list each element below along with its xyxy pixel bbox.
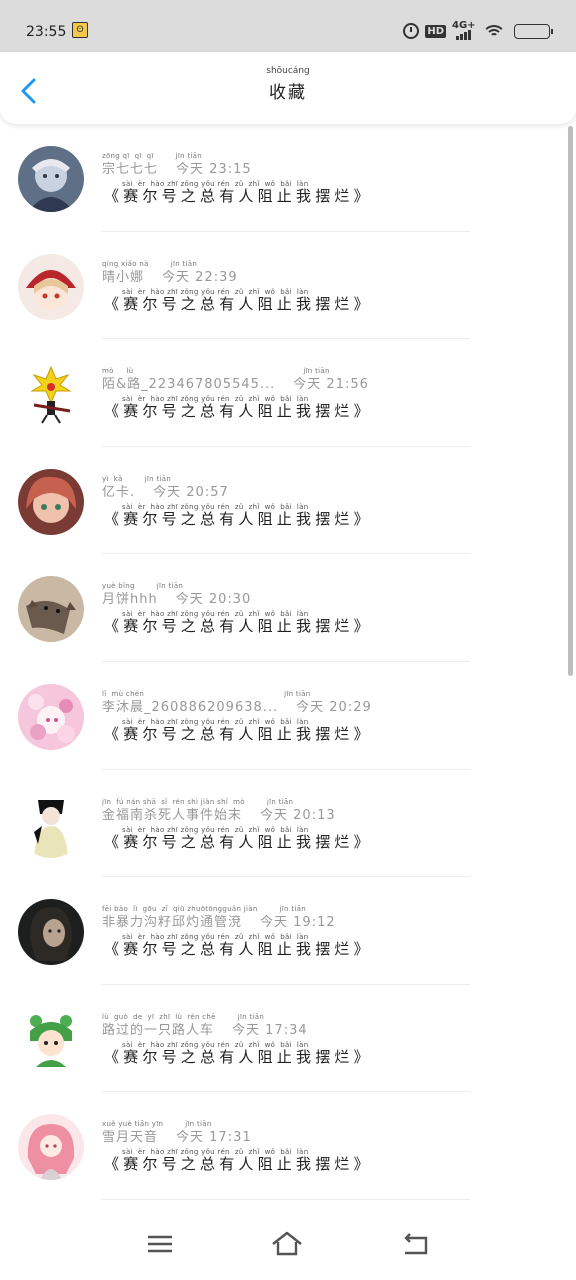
status-time: 23:55: [26, 24, 67, 40]
book-title[interactable]: 《赛尔号之总有人阻止我摆烂》: [104, 938, 373, 959]
user-name: 李沐晨_260886209638...: [102, 699, 279, 715]
user-name: 宗七七七: [102, 162, 159, 177]
back-nav-button[interactable]: [398, 1228, 432, 1260]
timestamp: 今天 19:12: [260, 915, 336, 931]
timestamp: 今天 17:34: [232, 1022, 308, 1038]
avatar[interactable]: [18, 146, 84, 212]
list-item[interactable]: zōng qī qī qī jīn tiān 宗七七七 今天 23:15 sài è…: [0, 124, 566, 232]
back-icon: [404, 1233, 428, 1255]
face-icon: ʘ: [72, 22, 88, 38]
user-name: 雪月天音: [102, 1130, 159, 1146]
book-title[interactable]: 《赛尔号之总有人阻止我摆烂》: [104, 831, 373, 852]
user-name: 晴小娜: [102, 269, 145, 285]
list-item[interactable]: xuě yuè tiān yīn jīn tiān 雪月天音 今天 17:31 sà…: [0, 1092, 566, 1200]
timestamp: 今天 17:31: [176, 1130, 252, 1146]
book-title[interactable]: 《赛尔号之总有人阻止我摆烂》: [104, 293, 373, 314]
avatar[interactable]: [18, 576, 84, 643]
timestamp: 今天 20:29: [296, 699, 372, 715]
timestamp: 今天 20:13: [260, 807, 336, 823]
wifi-icon: [484, 23, 504, 39]
page-title: 收藏: [269, 83, 307, 103]
menu-button[interactable]: [143, 1228, 177, 1260]
avatar[interactable]: [18, 253, 84, 320]
avatar[interactable]: [18, 468, 84, 535]
menu-icon: [148, 1235, 172, 1253]
status-icons: HD 4G+: [403, 20, 553, 42]
book-title[interactable]: 《赛尔号之总有人阻止我摆烂》: [104, 400, 373, 421]
scrollbar[interactable]: [568, 126, 573, 676]
avatar[interactable]: [18, 361, 84, 428]
list-item[interactable]: yì kǎ jīn tiān 亿卡. 今天 20:57 sài èr hào zhī…: [0, 447, 566, 555]
list-item[interactable]: lǐ mù chén jīn tiān 李沐晨_260886209638... 今天…: [0, 662, 566, 770]
favorites-list: zōng qī qī qī jīn tiān 宗七七七 今天 23:15 sài è…: [0, 124, 566, 1200]
book-title[interactable]: 《赛尔号之总有人阻止我摆烂》: [104, 1153, 373, 1174]
book-title[interactable]: 《赛尔号之总有人阻止我摆烂》: [104, 615, 373, 636]
avatar[interactable]: [18, 1114, 84, 1181]
home-icon: [272, 1231, 302, 1256]
timestamp: 今天 21:56: [293, 377, 369, 393]
timestamp: 今天 20:30: [175, 592, 252, 608]
status-bar: 23:55 ʘ HD 4G+: [0, 0, 576, 52]
divider: [102, 1198, 470, 1200]
timestamp: 今天 20:57: [153, 484, 229, 500]
user-name: 月饼hhh: [102, 592, 158, 608]
avatar[interactable]: [18, 791, 84, 858]
book-title[interactable]: 《赛尔号之总有人阻止我摆烂》: [104, 723, 373, 744]
hd-badge: HD: [425, 24, 446, 38]
list-item[interactable]: fēi bào lì gōu zǐ qiū zhuōtōngguǎn jiàn j…: [0, 877, 566, 985]
avatar[interactable]: [18, 1006, 84, 1073]
book-title[interactable]: 《赛尔号之总有人阻止我摆烂》: [104, 1046, 373, 1067]
timestamp: 今天 23:15: [176, 162, 252, 177]
list-item[interactable]: yuè bǐng jīn tiān 月饼hhh 今天 20:30 sài èr hà…: [0, 554, 566, 662]
alarm-icon: [403, 23, 420, 39]
page-title-pinyin: shōucáng: [266, 66, 310, 76]
avatar[interactable]: [18, 899, 84, 966]
list-item[interactable]: lù guò de yī zhī lù rén chē jīn tiān 路过的一…: [0, 985, 566, 1093]
list-item[interactable]: qíng xiǎo nà jīn tiān 晴小娜 今天 22:39 sài èr …: [0, 232, 566, 340]
timestamp: 今天 22:39: [162, 269, 238, 285]
avatar[interactable]: [18, 683, 84, 750]
user-name: 金福南杀死人事件始末: [102, 807, 243, 823]
book-title[interactable]: 《赛尔号之总有人阻止我摆烂》: [104, 508, 373, 529]
signal-icon: 4G+: [452, 20, 478, 40]
user-name: 路过的一只路人车: [102, 1022, 215, 1038]
header: shōucáng 收藏: [0, 52, 576, 124]
user-name: 非暴力沟籽邱灼通管渷: [102, 915, 243, 931]
book-title[interactable]: 《赛尔号之总有人阻止我摆烂》: [104, 185, 373, 206]
navigation-bar: [0, 1210, 576, 1280]
list-item[interactable]: jīn fú nán shā sǐ rén shì jiàn shǐ mò jīn…: [0, 770, 566, 878]
battery-icon: [514, 23, 553, 39]
user-name: 亿卡.: [102, 484, 136, 500]
home-button[interactable]: [270, 1228, 304, 1260]
list-item[interactable]: mò lù jīn tiān 陌&路_223467805545... 今天 21:5…: [0, 339, 566, 447]
user-name: 陌&路_223467805545...: [102, 377, 276, 393]
